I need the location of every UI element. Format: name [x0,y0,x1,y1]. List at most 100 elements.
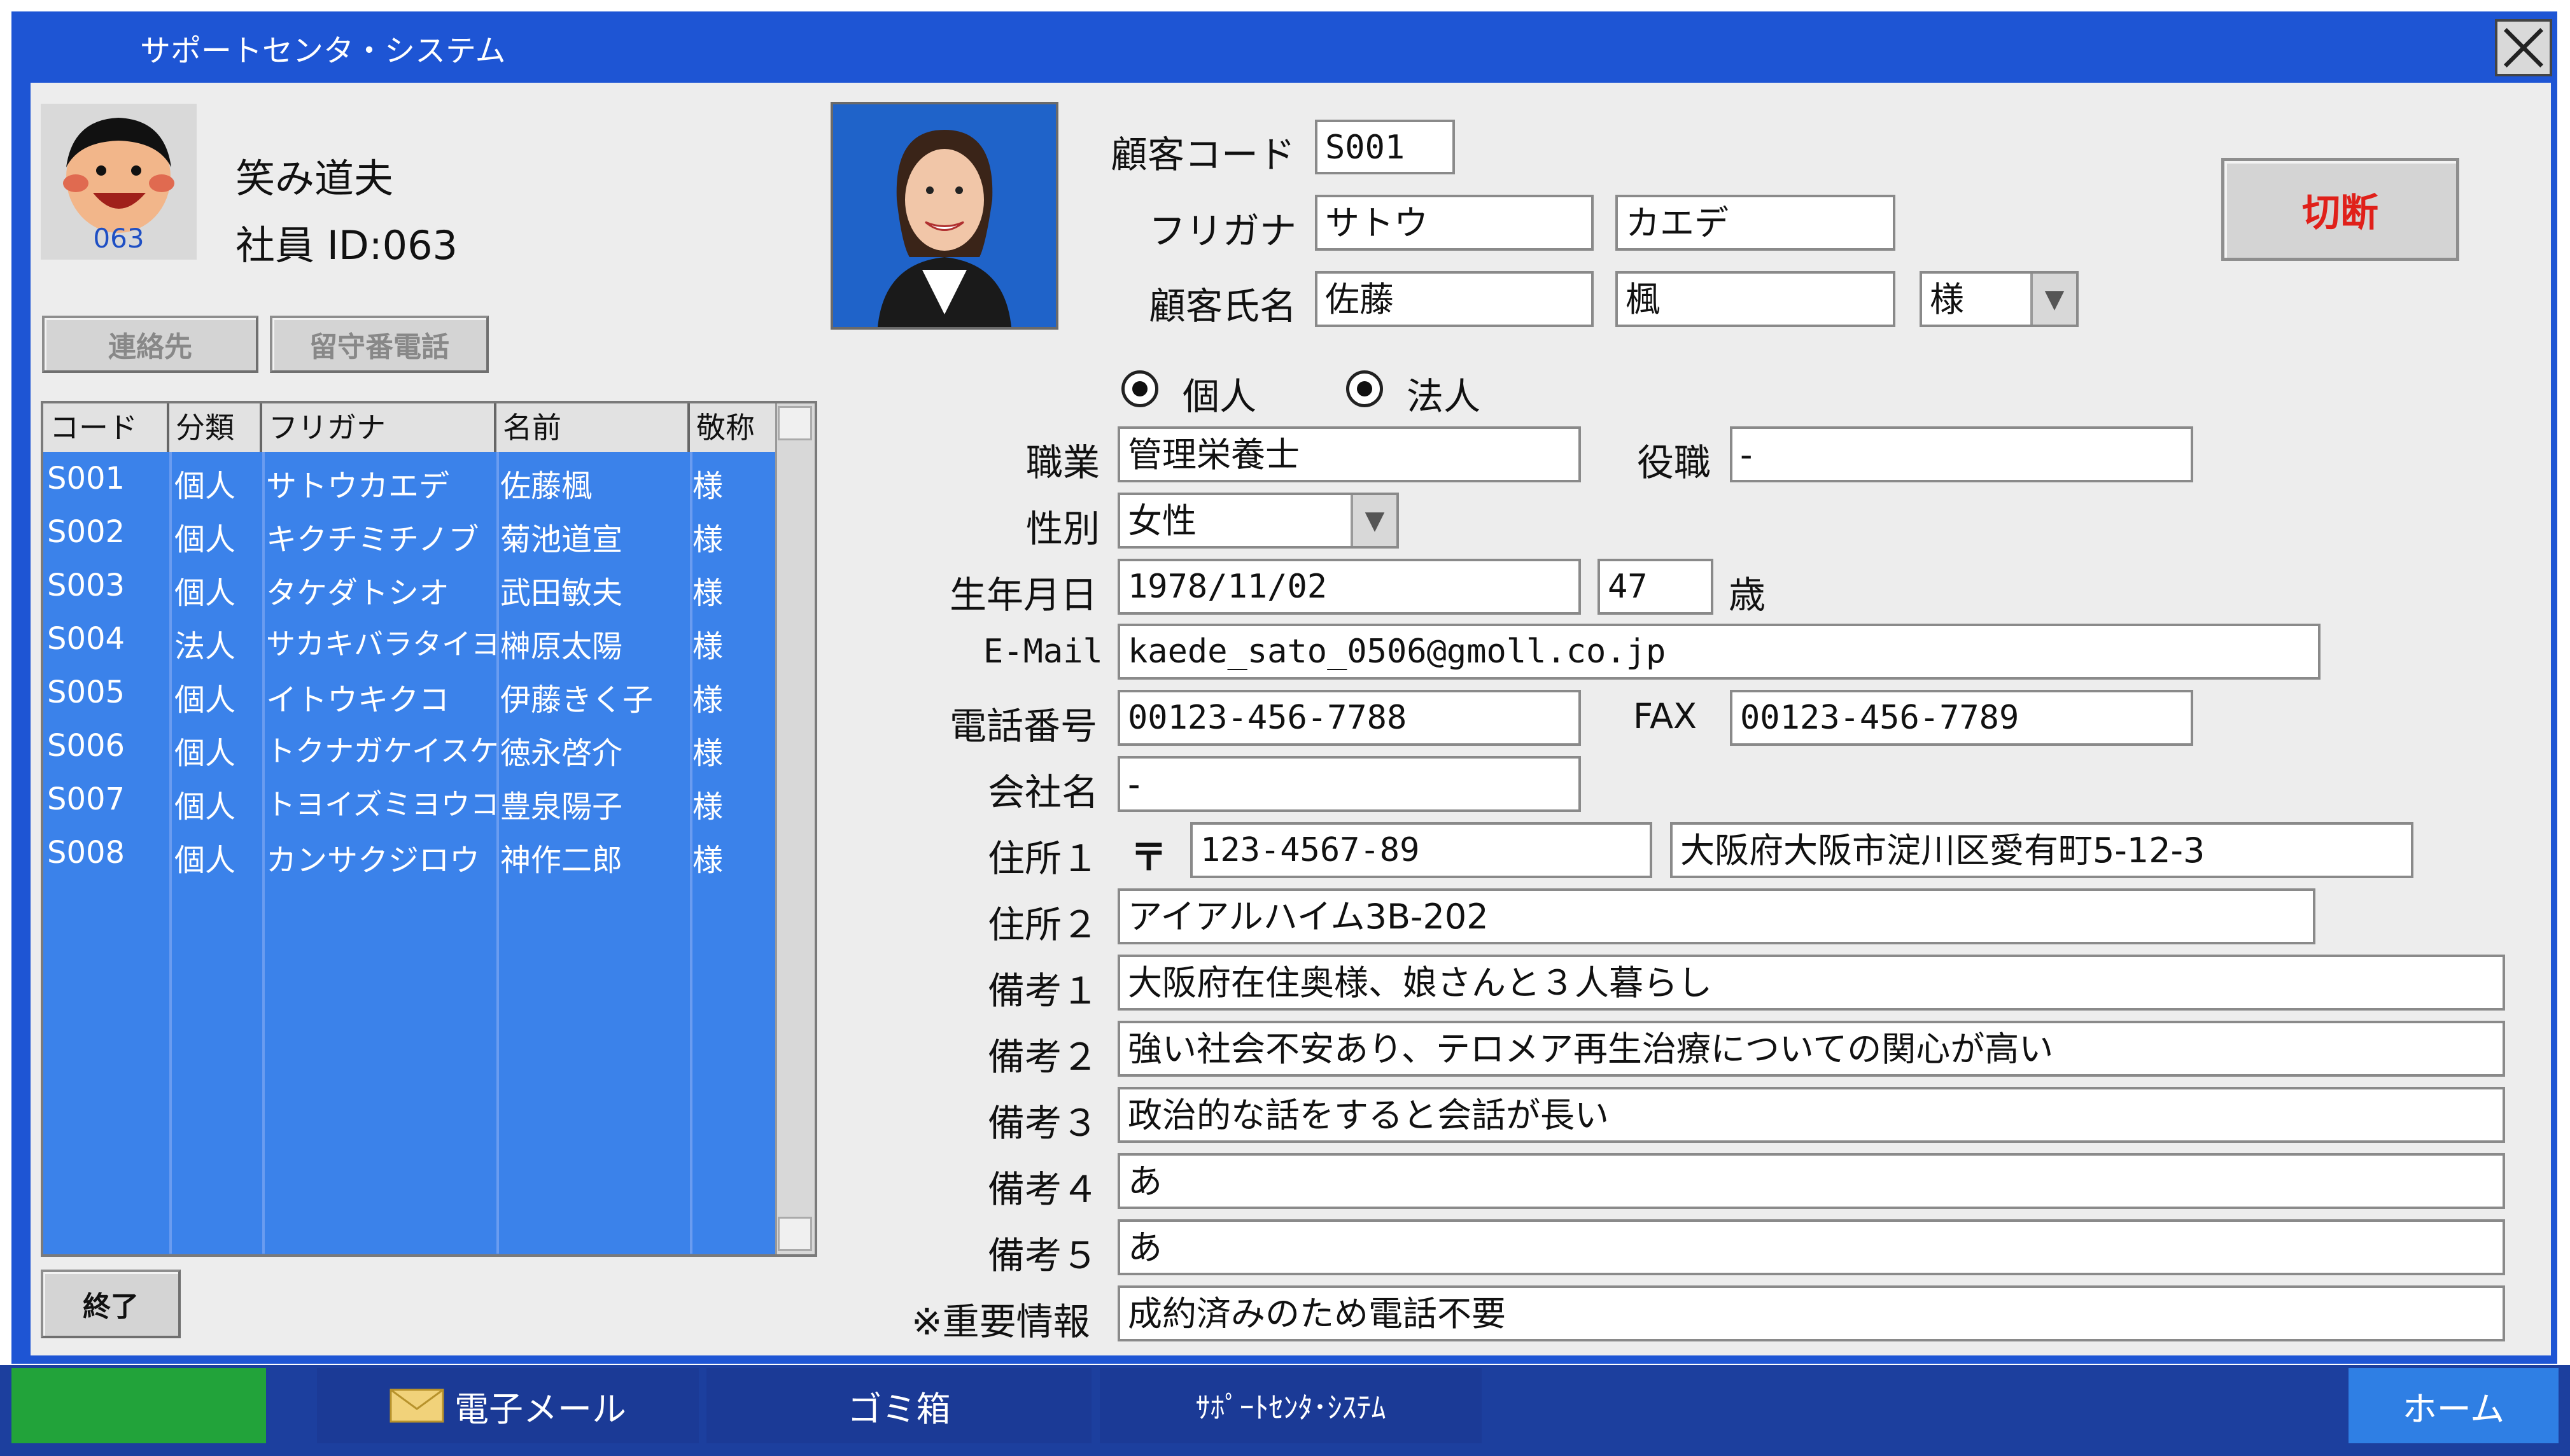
email-field[interactable]: kaede_sato_0506@gmoll.co.jp [1118,624,2321,680]
honorific-select[interactable]: 様 ▼ [1920,271,2079,327]
row-code: S005 [47,675,125,710]
important-info-field[interactable]: 成約済みのため電話不要 [1118,1285,2505,1341]
birthdate-field[interactable]: 1978/11/02 [1118,559,1581,615]
scroll-down-button[interactable] [778,1217,812,1251]
list-row[interactable]: S008 個人 カンサクジロウ 神作二郎 様 [43,829,775,882]
column-header-category[interactable]: 分類 [169,403,262,452]
voicemail-button[interactable]: 留守番電話 [270,316,489,373]
row-name: 豊泉陽子 [500,789,623,825]
furigana-last-field[interactable]: サトウ [1315,195,1594,251]
row-name: 伊藤きく子 [500,682,654,718]
list-scrollbar[interactable] [775,403,815,1254]
row-code: S007 [47,781,125,817]
taskbar-email[interactable]: 電子メール [317,1368,699,1443]
row-furigana: イトウキクコ [266,682,450,718]
postal-code-field[interactable]: 123-4567-89 [1190,822,1652,878]
phone-field[interactable]: 00123-456-7788 [1118,690,1581,746]
row-category: 個人 [174,682,236,718]
radio-individual[interactable] [1121,370,1158,407]
row-name: 佐藤楓 [500,468,593,504]
occupation-label: 職業 [1026,441,1100,484]
close-button[interactable] [2495,19,2552,76]
note5-field[interactable]: あ [1118,1219,2505,1275]
furigana-first-field[interactable]: カエデ [1615,195,1895,251]
address2-label: 住所２ [988,903,1099,946]
customer-name-label: 顧客氏名 [1149,284,1297,328]
disconnect-button[interactable]: 切断 [2221,158,2459,261]
customer-code-field[interactable]: S001 [1315,120,1455,174]
row-name: 菊池道宣 [500,522,623,557]
company-field[interactable]: - [1118,756,1581,812]
list-row[interactable]: S003 個人 タケダトシオ 武田敏夫 様 [43,561,775,615]
postal-mark: 〒 [1130,836,1168,879]
email-label: E-Mail [983,633,1103,671]
note1-label: 備考１ [988,969,1099,1012]
column-header-code[interactable]: コード [43,403,169,452]
note4-label: 備考４ [988,1168,1099,1211]
row-name: 榊原太陽 [500,629,623,664]
taskbar-email-label: 電子メール [454,1389,626,1429]
note3-label: 備考３ [988,1102,1099,1145]
row-code: S008 [47,835,125,871]
chevron-down-icon[interactable]: ▼ [2030,274,2076,325]
row-category: 個人 [174,736,236,771]
employee-id: 社員 ID:063 [235,222,458,269]
taskbar-home[interactable]: ホーム [2349,1368,2559,1443]
row-furigana: サトウカエデ [266,468,450,504]
row-furigana: サカキバラタイヨ [266,627,500,661]
note3-field[interactable]: 政治的な話をすると会話が長い [1118,1087,2505,1143]
age-field[interactable]: 47 [1597,559,1713,615]
occupation-field[interactable]: 管理栄養士 [1118,426,1581,482]
column-header-honorific[interactable]: 敬称 [690,403,775,452]
scroll-up-button[interactable] [778,406,812,440]
contact-button[interactable]: 連絡先 [42,316,258,373]
position-field[interactable]: - [1730,426,2193,482]
column-header-furigana[interactable]: フリガナ [262,403,496,452]
taskbar-app[interactable]: ｻﾎﾟｰﾄｾﾝﾀ･ｼｽﾃﾑ [1100,1368,1482,1443]
list-row[interactable]: S001 個人 サトウカエデ 佐藤楓 様 [43,454,775,508]
phone-label: 電話番号 [950,704,1098,748]
column-header-name[interactable]: 名前 [496,403,690,452]
note4-field[interactable]: あ [1118,1153,2505,1209]
company-label: 会社名 [988,771,1099,814]
address1-field[interactable]: 大阪府大阪市淀川区愛有町5-12-3 [1670,822,2413,878]
row-category: 個人 [174,468,236,504]
list-row[interactable]: S002 個人 キクチミチノブ 菊池道宣 様 [43,508,775,561]
important-info-label: ※重要情報 [911,1300,1090,1343]
list-row[interactable]: S005 個人 イトウキクコ 伊藤きく子 様 [43,668,775,722]
customer-list-header: コード 分類 フリガナ 名前 敬称 [43,403,775,452]
name-first-field[interactable]: 楓 [1615,271,1895,327]
gender-value: 女性 [1128,501,1197,541]
row-category: 個人 [174,522,236,557]
row-furigana: トヨイズミヨウコ [266,787,500,822]
address2-field[interactable]: アイアルハイム3B-202 [1118,888,2315,944]
radio-corporate-label: 法人 [1407,375,1481,418]
row-category: 個人 [174,789,236,825]
list-row[interactable]: S004 法人 サカキバラタイヨ 榊原太陽 様 [43,615,775,668]
row-code: S003 [47,568,125,603]
fax-field[interactable]: 00123-456-7789 [1730,690,2193,746]
note2-field[interactable]: 強い社会不安あり、テロメア再生治療についての関心が高い [1118,1021,2505,1077]
row-honorific: 様 [692,789,724,825]
list-row[interactable]: S006 個人 トクナガケイスケ 徳永啓介 様 [43,722,775,775]
list-row[interactable]: S007 個人 トヨイズミヨウコ 豊泉陽子 様 [43,775,775,829]
gender-select[interactable]: 女性 ▼ [1118,493,1399,549]
row-name: 徳永啓介 [500,736,623,771]
row-honorific: 様 [692,736,724,771]
chevron-down-icon[interactable]: ▼ [1351,495,1396,546]
name-last-field[interactable]: 佐藤 [1315,271,1594,327]
customer-photo [831,102,1058,330]
start-button[interactable] [11,1368,266,1443]
envelope-icon [390,1389,444,1423]
exit-button[interactable]: 終了 [41,1270,181,1338]
avatar-id-label: 063 [93,223,144,254]
radio-corporate[interactable] [1346,370,1383,407]
row-code: S001 [47,461,125,496]
row-category: 法人 [174,629,236,664]
row-honorific: 様 [692,682,724,718]
customer-code-label: 顧客コード [1111,133,1296,176]
row-furigana: タケダトシオ [266,575,450,611]
row-code: S002 [47,514,125,550]
taskbar-trash[interactable]: ゴミ箱 [706,1368,1092,1443]
note1-field[interactable]: 大阪府在住奥様、娘さんと３人暮らし [1118,955,2505,1011]
